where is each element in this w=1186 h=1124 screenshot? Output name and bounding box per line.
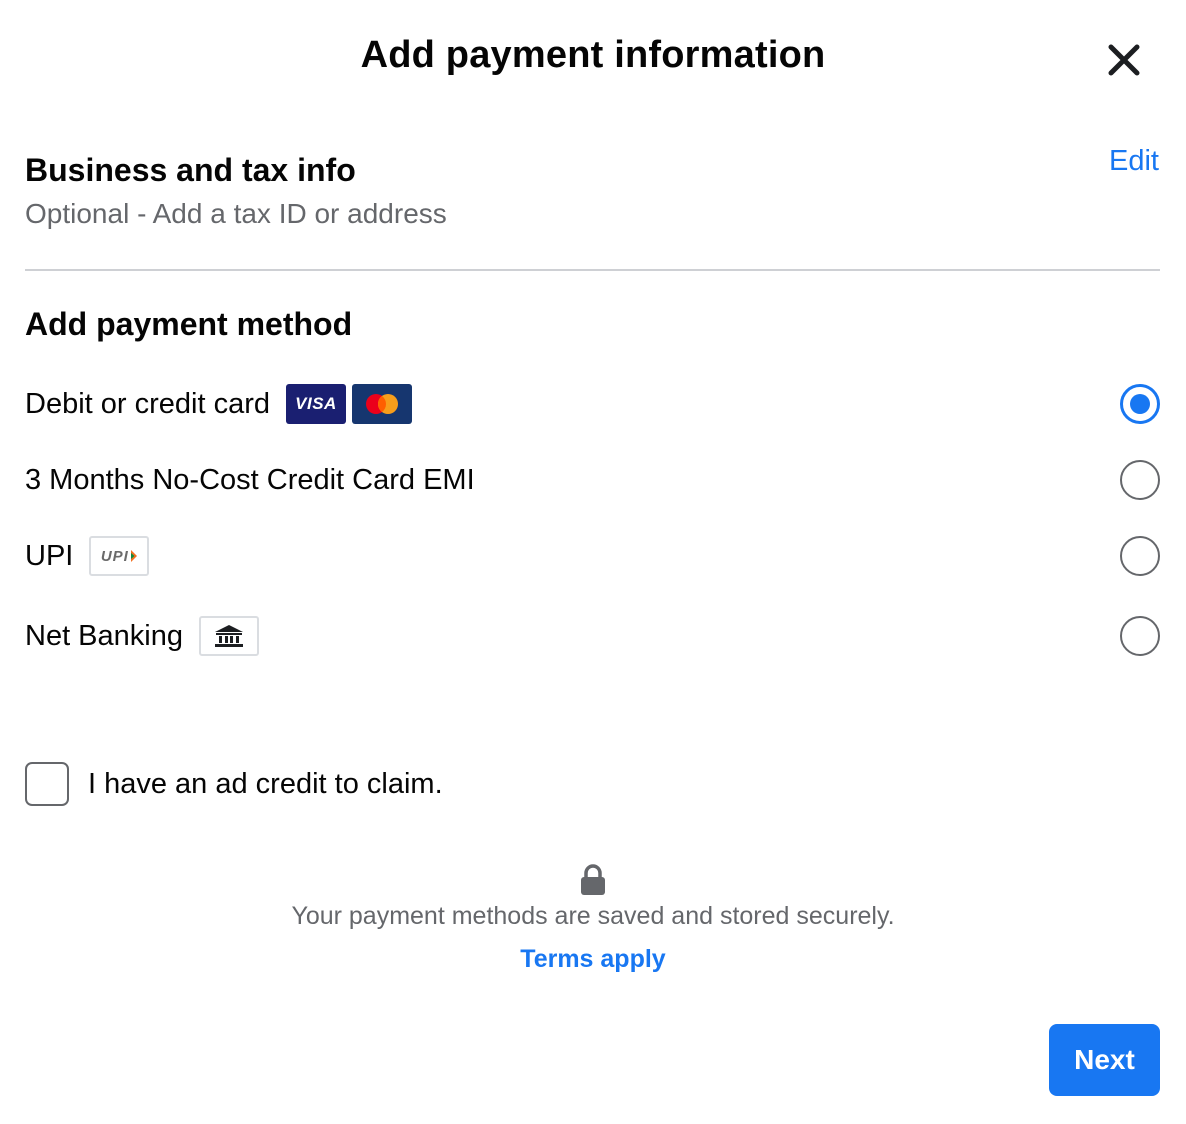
mastercard-logo [352, 384, 412, 424]
section-divider [25, 269, 1160, 271]
security-note: Your payment methods are saved and store… [0, 864, 1186, 974]
upi-logo: UPI [89, 536, 150, 576]
edit-link[interactable]: Edit [1109, 145, 1159, 178]
radio-upi[interactable] [1120, 536, 1160, 576]
payment-dialog: Add payment information Business and tax… [0, 0, 1186, 1124]
terms-link[interactable]: Terms apply [520, 945, 665, 974]
payment-option-upi[interactable]: UPI UPI [25, 532, 1160, 580]
payment-option-card[interactable]: Debit or credit card VISA [25, 380, 1160, 428]
security-text: Your payment methods are saved and store… [291, 902, 895, 930]
close-button[interactable] [1100, 36, 1148, 84]
payment-option-label: UPI [25, 539, 74, 572]
next-button[interactable]: Next [1049, 1024, 1160, 1096]
upi-logo-text: UPI [100, 547, 129, 565]
lock-icon [581, 864, 605, 895]
radio-card[interactable] [1120, 384, 1160, 424]
payment-option-emi[interactable]: 3 Months No-Cost Credit Card EMI [25, 456, 1160, 504]
close-icon [1108, 44, 1140, 76]
ad-credit-row[interactable]: I have an ad credit to claim. [25, 761, 443, 807]
radio-emi[interactable] [1120, 460, 1160, 500]
ad-credit-label: I have an ad credit to claim. [88, 767, 443, 800]
visa-logo: VISA [286, 384, 346, 424]
business-tax-subtitle: Optional - Add a tax ID or address [25, 198, 447, 229]
payment-option-label: Debit or credit card [25, 387, 270, 420]
ad-credit-checkbox[interactable] [25, 762, 69, 806]
payment-option-netbanking[interactable]: Net Banking [25, 612, 1160, 660]
dialog-title: Add payment information [360, 34, 826, 76]
bank-icon [199, 616, 259, 656]
payment-method-title: Add payment method [25, 306, 353, 342]
radio-netbanking[interactable] [1120, 616, 1160, 656]
payment-option-label: 3 Months No-Cost Credit Card EMI [25, 463, 475, 496]
payment-option-label: Net Banking [25, 619, 183, 652]
business-tax-title: Business and tax info [25, 152, 356, 188]
